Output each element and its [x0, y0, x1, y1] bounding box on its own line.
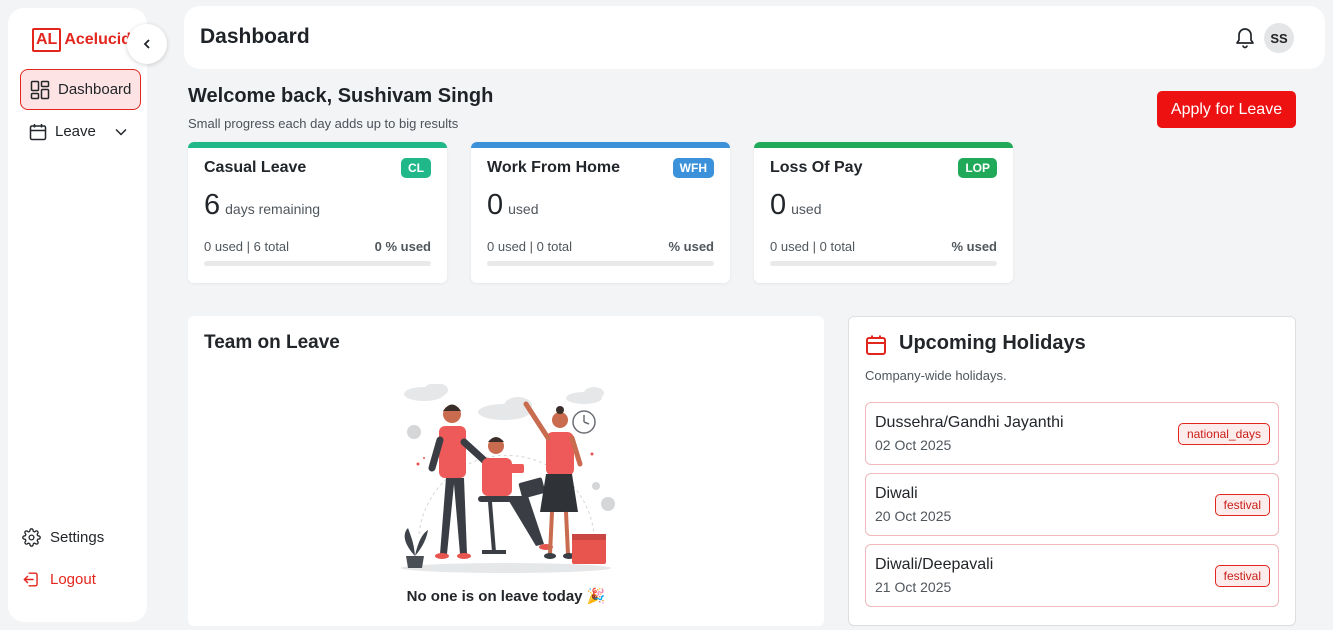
logout-link[interactable]: Logout	[22, 570, 96, 589]
settings-link[interactable]: Settings	[22, 528, 104, 547]
sidebar-item-label: Dashboard	[58, 81, 132, 98]
welcome-subtitle: Small progress each day adds up to big r…	[188, 116, 459, 131]
logo-text: Acelucid	[64, 31, 132, 48]
holiday-item[interactable]: Diwali/Deepavali 21 Oct 2025 festival	[865, 544, 1279, 607]
holiday-item[interactable]: Diwali 20 Oct 2025 festival	[865, 473, 1279, 536]
logo-mark: AL	[32, 28, 62, 52]
sidebar-item-label: Leave	[55, 123, 96, 140]
holiday-date: 02 Oct 2025	[875, 437, 952, 453]
holiday-date: 20 Oct 2025	[875, 508, 952, 524]
page-title: Dashboard	[200, 25, 310, 48]
card-accent-bar	[754, 142, 1013, 148]
card-accent-bar	[471, 142, 730, 148]
card-title: Work From Home	[487, 159, 621, 176]
card-value-number: 6	[204, 189, 221, 221]
holidays-title: Upcoming Holidays	[899, 332, 1086, 354]
holiday-name: Diwali/Deepavali	[875, 556, 994, 573]
card-progress-bar	[487, 261, 714, 266]
card-badge: CL	[401, 158, 431, 178]
card-value-label: used	[791, 201, 822, 217]
card-accent-bar	[188, 142, 447, 148]
holiday-name: Dussehra/Gandhi Jayanthi	[875, 414, 1064, 431]
card-percent: % used	[951, 239, 997, 254]
chevron-down-icon[interactable]	[114, 125, 128, 139]
gear-icon	[22, 528, 41, 547]
welcome-title: Welcome back, Sushivam Singh	[188, 85, 494, 107]
card-progress-bar	[204, 261, 431, 266]
team-on-leave-panel: Team on Leave No one is on leave today 🎉	[188, 316, 824, 626]
card-value: 6 days remaining	[204, 189, 320, 222]
card-usage: 0 used | 0 total	[770, 239, 856, 254]
card-badge: WFH	[672, 158, 714, 178]
bell-icon[interactable]	[1234, 25, 1256, 49]
card-progress-bar	[770, 261, 997, 266]
team-empty-message: No one is on leave today 🎉	[406, 588, 606, 605]
sidebar: AL Acelucid Dashboard Leave Settings Log…	[8, 8, 147, 622]
sidebar-item-dashboard[interactable]: Dashboard	[20, 69, 141, 110]
card-usage: 0 used | 0 total	[487, 239, 573, 254]
top-header: Dashboard SS	[184, 6, 1325, 69]
holiday-tag: festival	[1214, 494, 1270, 516]
card-value-label: used	[508, 201, 539, 217]
holiday-item[interactable]: Dussehra/Gandhi Jayanthi 02 Oct 2025 nat…	[865, 402, 1279, 465]
calendar-icon	[29, 123, 47, 140]
leave-card-lop: Loss Of Pay LOP 0 used 0 used | 0 total …	[754, 142, 1013, 283]
holiday-date: 21 Oct 2025	[875, 579, 952, 595]
card-percent: 0 % used	[374, 239, 431, 254]
settings-label: Settings	[50, 529, 105, 546]
holiday-tag: festival	[1214, 565, 1270, 587]
brand-logo[interactable]: AL Acelucid	[32, 28, 131, 52]
holidays-subtitle: Company-wide holidays.	[865, 368, 1007, 383]
collapse-sidebar-button[interactable]	[127, 24, 167, 64]
card-value: 0 used	[487, 189, 539, 222]
team-title: Team on Leave	[204, 332, 340, 353]
card-usage: 0 used | 6 total	[204, 239, 290, 254]
holiday-tag: national_days	[1177, 423, 1270, 445]
card-value-label: days remaining	[225, 201, 321, 217]
card-title: Casual Leave	[204, 159, 307, 176]
card-value: 0 used	[770, 189, 822, 222]
calendar-icon	[866, 335, 886, 355]
leave-card-casual: Casual Leave CL 6 days remaining 0 used …	[188, 142, 447, 283]
holiday-name: Diwali	[875, 485, 918, 502]
card-value-number: 0	[770, 189, 787, 221]
chevron-left-icon	[143, 39, 150, 49]
avatar[interactable]: SS	[1264, 23, 1294, 53]
card-value-number: 0	[487, 189, 504, 221]
card-title: Loss Of Pay	[770, 159, 863, 176]
logout-icon	[23, 572, 38, 587]
apply-for-leave-button[interactable]: Apply for Leave	[1157, 91, 1296, 128]
logout-label: Logout	[50, 571, 96, 588]
leave-card-wfh: Work From Home WFH 0 used 0 used | 0 tot…	[471, 142, 730, 283]
team-illustration	[401, 384, 615, 573]
upcoming-holidays-panel: Upcoming Holidays Company-wide holidays.…	[848, 316, 1296, 626]
dashboard-icon	[30, 80, 50, 99]
sidebar-item-leave[interactable]: Leave	[20, 111, 141, 152]
card-badge: LOP	[958, 158, 997, 178]
card-percent: % used	[668, 239, 714, 254]
